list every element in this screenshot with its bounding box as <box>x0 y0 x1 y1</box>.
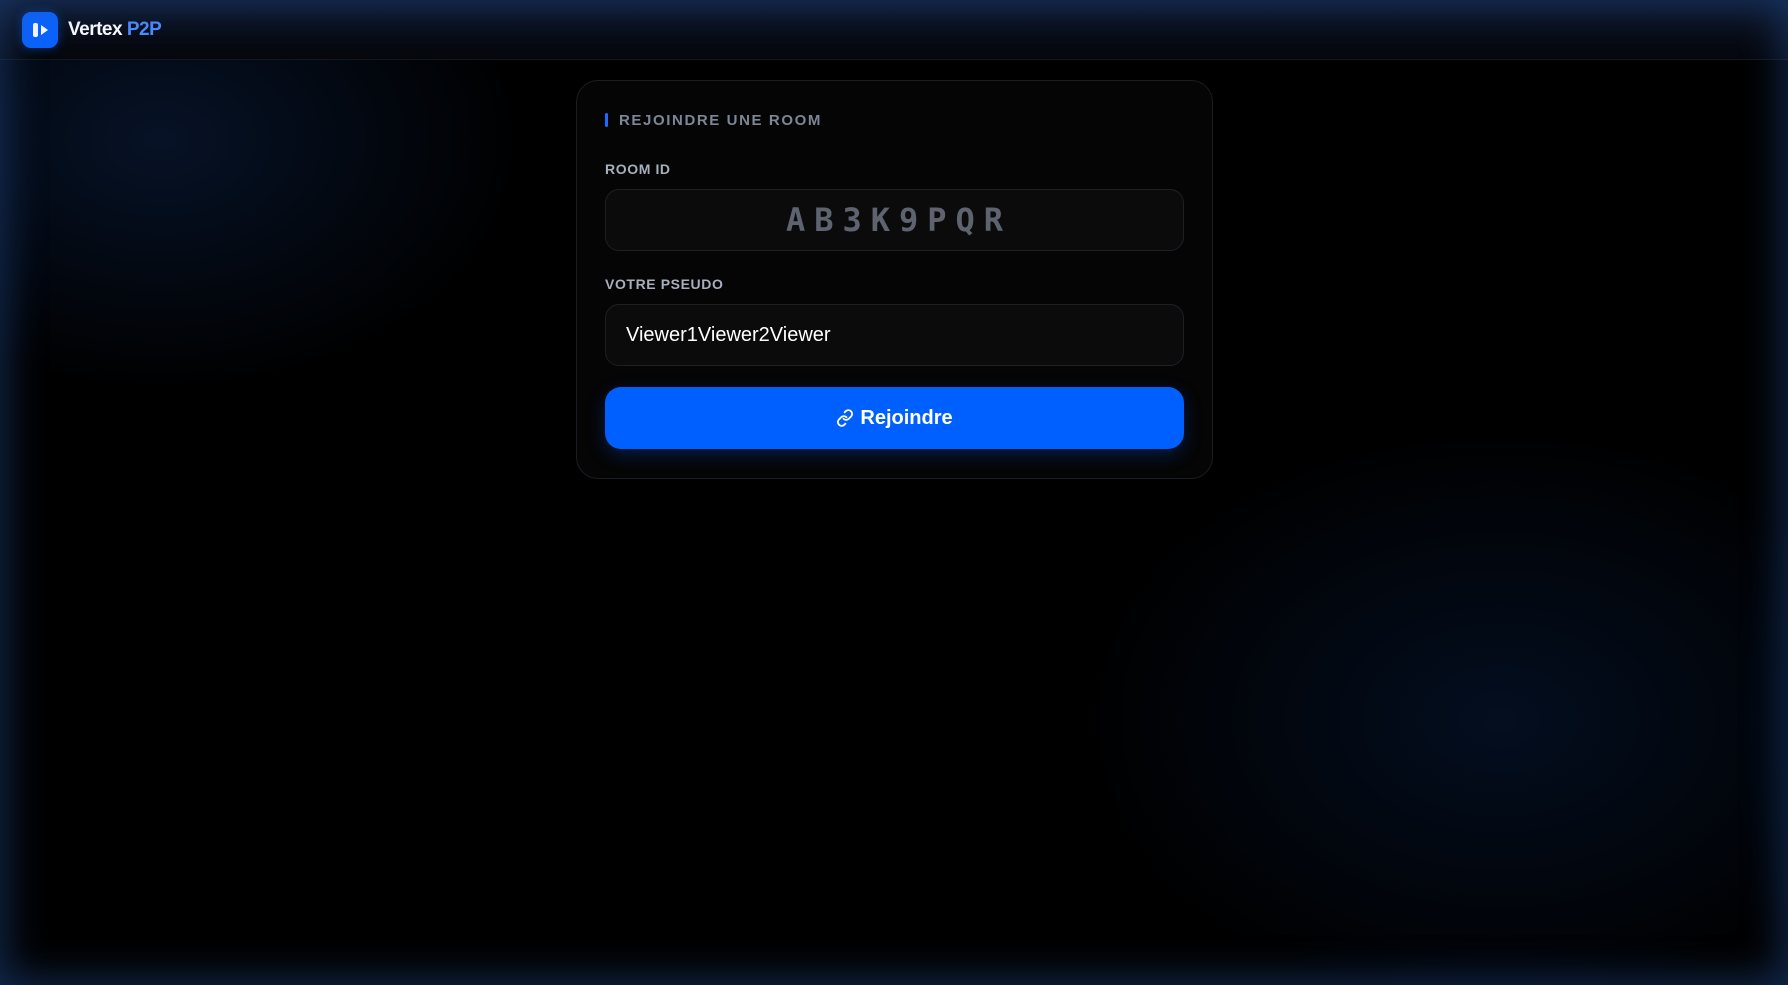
join-button[interactable]: Rejoindre <box>605 387 1184 449</box>
brand-name[interactable]: Vertex P2P <box>68 19 162 41</box>
room-id-label: ROOM ID <box>605 161 671 177</box>
link-icon <box>836 409 854 427</box>
app-page: Vertex P2P REJOINDRE UNE ROOM ROOM ID VO… <box>0 0 1788 985</box>
section-header: REJOINDRE UNE ROOM <box>605 111 822 129</box>
section-title: REJOINDRE UNE ROOM <box>619 111 822 129</box>
brand-primary: Vertex <box>68 19 123 40</box>
brand-accent: P2P <box>126 19 162 40</box>
logo-icon[interactable] <box>22 12 58 48</box>
join-button-label: Rejoindre <box>860 406 953 429</box>
pseudo-label: VOTRE PSEUDO <box>605 276 724 292</box>
section-accent-bar <box>605 113 608 127</box>
join-room-card: REJOINDRE UNE ROOM ROOM ID VOTRE PSEUDO … <box>576 80 1213 479</box>
top-bar: Vertex P2P <box>0 0 1788 60</box>
room-id-input[interactable] <box>605 189 1184 251</box>
pseudo-input[interactable] <box>605 304 1184 366</box>
